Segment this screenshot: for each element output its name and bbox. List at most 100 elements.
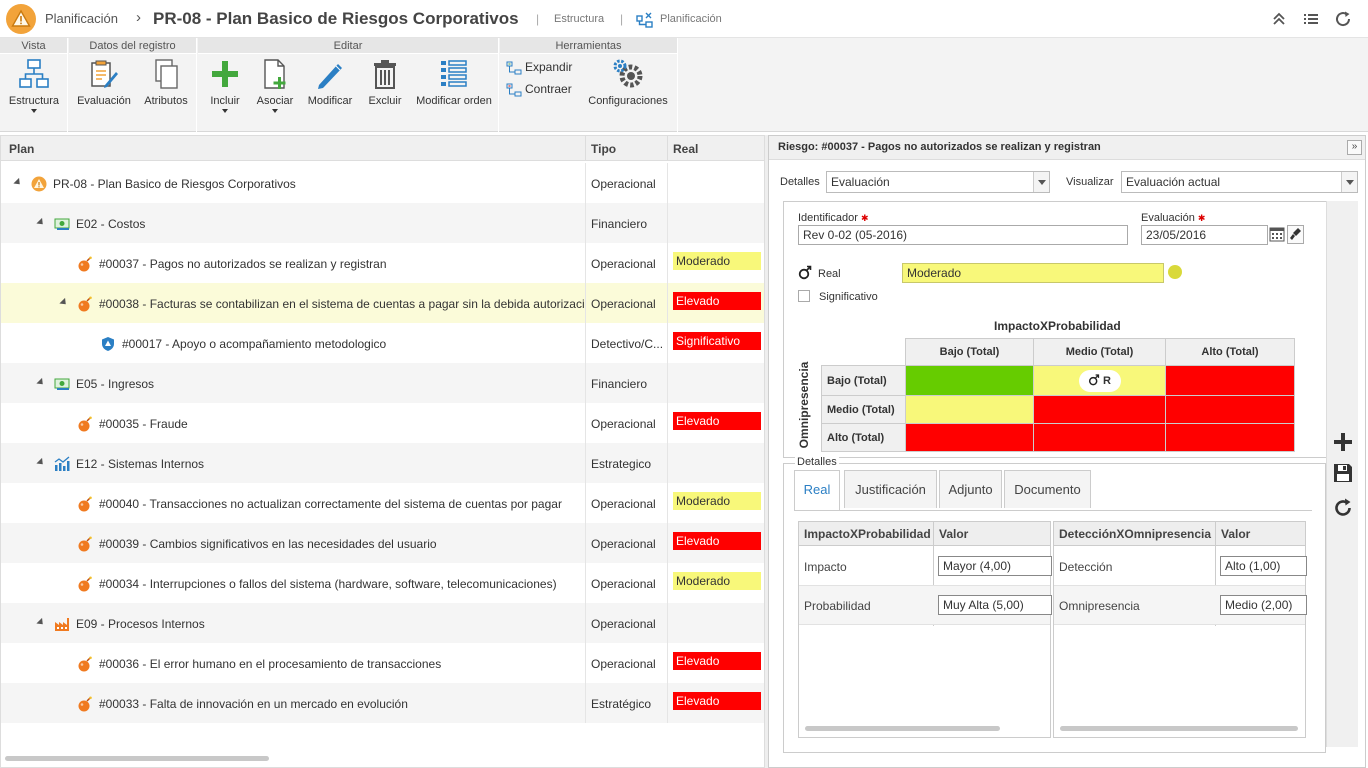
refresh-icon[interactable] (1333, 498, 1353, 518)
matrix-cell-red[interactable] (1165, 395, 1295, 424)
row-tipo: Estrategico (591, 457, 652, 471)
tree-row-group[interactable]: E12 - Sistemas Internos Estrategico (1, 443, 764, 483)
deteccion-select[interactable]: Alto (1,00) (1220, 556, 1307, 576)
status-dot (1168, 265, 1182, 279)
link-estructura[interactable]: Estructura (554, 13, 604, 25)
column-tipo[interactable]: Tipo (591, 142, 616, 156)
tab-adjunto[interactable]: Adjunto (939, 470, 1002, 508)
contraer-button[interactable]: Contraer (506, 82, 572, 97)
identificador-field[interactable]: Rev 0-02 (05-2016) (798, 225, 1128, 245)
visualizar-value: Evaluación actual (1126, 175, 1221, 189)
status-badge: Elevado (673, 692, 761, 710)
matrix-cell-red[interactable] (905, 423, 1034, 452)
visualizar-select[interactable]: Evaluación actual (1121, 171, 1358, 193)
chevron-down-icon (1033, 172, 1049, 192)
tree-row-risk[interactable]: #00040 - Transacciones no actualizan cor… (1, 483, 764, 523)
status-badge: Elevado (673, 292, 761, 310)
expand-toggle-icon[interactable] (36, 217, 46, 228)
divider (667, 243, 668, 283)
divider (667, 203, 668, 243)
divider (585, 403, 586, 443)
tab-real[interactable]: Real (794, 470, 840, 510)
tabs-baseline (794, 510, 1312, 511)
collapse-panel-button[interactable]: » (1347, 140, 1362, 155)
probabilidad-select[interactable]: Muy Alta (5,00) (938, 595, 1052, 615)
matrix-corner (821, 338, 906, 366)
visualizar-label: Visualizar (1066, 176, 1114, 188)
evaluacion-label: Evaluación (77, 95, 131, 107)
matrix-cell-red[interactable] (1165, 423, 1295, 452)
tree-row-plan[interactable]: PR-08 - Plan Basico de Riesgos Corporati… (1, 163, 764, 203)
row-key: Probabilidad (804, 599, 871, 613)
divider (585, 363, 586, 403)
refresh-icon[interactable] (1334, 10, 1352, 28)
expand-toggle-icon[interactable] (59, 297, 69, 308)
table-row: Omnipresencia Medio (2,00) (1054, 586, 1307, 625)
matrix-cell-yellow[interactable] (905, 395, 1034, 424)
matrix-row-axis-label: Omnipresencia (797, 361, 811, 449)
tree-row-risk[interactable]: #00033 - Falta de innovación en un merca… (1, 683, 764, 723)
detalles-value: Evaluación (831, 175, 890, 189)
matrix-cell-red[interactable] (1033, 423, 1166, 452)
horizontal-scrollbar[interactable] (5, 756, 269, 761)
configuraciones-button[interactable]: Configuraciones (586, 58, 670, 107)
column-real[interactable]: Real (673, 142, 698, 156)
tree-row-risk[interactable]: #00034 - Interrupciones o fallos del sis… (1, 563, 764, 603)
divider (585, 563, 586, 603)
tab-documento[interactable]: Documento (1004, 470, 1091, 508)
tree-row-group[interactable]: E05 - Ingresos Financiero (1, 363, 764, 403)
risk-matrix: Bajo (Total) Medio (Total) Alto (Total) … (821, 338, 1295, 452)
matrix-cell-red[interactable] (1033, 395, 1166, 424)
excluir-button[interactable]: Excluir (362, 58, 408, 107)
status-badge: Elevado (673, 412, 761, 430)
link-planificacion[interactable]: Planificación (660, 13, 722, 25)
matrix-cell-red[interactable] (1165, 365, 1295, 396)
modificar-orden-button[interactable]: Modificar orden (412, 58, 496, 107)
matrix-cell-current[interactable]: R (1033, 365, 1166, 396)
detalles-select[interactable]: Evaluación (826, 171, 1050, 193)
expand-toggle-icon[interactable] (36, 377, 46, 388)
atributos-label: Atributos (144, 95, 188, 107)
tree-row-risk[interactable]: #00039 - Cambios significativos en las n… (1, 523, 764, 563)
plus-icon[interactable] (1333, 432, 1353, 452)
evaluacion-button[interactable]: Evaluación (75, 58, 133, 107)
list-icon[interactable] (1302, 10, 1320, 28)
evaluacion-date-field[interactable]: 23/05/2016 (1141, 225, 1268, 245)
modificar-button[interactable]: Modificar (302, 58, 358, 107)
impacto-select[interactable]: Mayor (4,00) (938, 556, 1052, 576)
money-icon (54, 218, 70, 230)
save-icon[interactable] (1333, 463, 1353, 483)
matrix-cell-green[interactable] (905, 365, 1034, 396)
horizontal-scrollbar[interactable] (1060, 726, 1298, 731)
estructura-button[interactable]: Estructura (4, 58, 64, 113)
expand-toggle-icon[interactable] (36, 457, 46, 468)
tree-row-group[interactable]: E09 - Procesos Internos Operacional (1, 603, 764, 643)
expand-toggle-icon[interactable] (13, 177, 23, 188)
tree-row-group[interactable]: E02 - Costos Financiero (1, 203, 764, 243)
expandir-button[interactable]: Expandir (506, 60, 572, 75)
calendar-icon[interactable] (1269, 225, 1285, 246)
clear-date-button[interactable] (1287, 225, 1304, 244)
tab-justificacion[interactable]: Justificación (844, 470, 937, 508)
row-tipo: Operacional (591, 537, 656, 551)
atributos-button[interactable]: Atributos (139, 58, 193, 107)
tree-row-risk[interactable]: #00035 - Fraude Operacional Elevado (1, 403, 764, 443)
omnipresencia-select[interactable]: Medio (2,00) (1220, 595, 1307, 615)
column-plan[interactable]: Plan (9, 142, 34, 156)
tree-row-risk[interactable]: #00037 - Pagos no autorizados se realiza… (1, 243, 764, 283)
horizontal-scrollbar[interactable] (805, 726, 1000, 731)
status-badge: Moderado (673, 572, 761, 590)
tree-row-risk-selected[interactable]: #00038 - Facturas se contabilizan en el … (1, 283, 764, 323)
status-badge: Moderado (673, 252, 761, 270)
tree-row-risk[interactable]: #00036 - El error humano en el procesami… (1, 643, 764, 683)
brush-icon (1290, 228, 1301, 240)
modificar-label: Modificar (307, 95, 353, 107)
grid-header: ImpactoXProbabilidad Valor (799, 522, 1050, 546)
significativo-checkbox[interactable] (798, 290, 810, 302)
tree-row-control[interactable]: #00017 - Apoyo o acompañamiento metodolo… (1, 323, 764, 363)
asociar-button[interactable]: Asociar (252, 58, 298, 113)
expand-toggle-icon[interactable] (36, 617, 46, 628)
breadcrumb-planificacion[interactable]: Planificación (45, 11, 118, 26)
incluir-button[interactable]: Incluir (202, 58, 248, 113)
collapse-up-icon[interactable] (1270, 10, 1288, 28)
